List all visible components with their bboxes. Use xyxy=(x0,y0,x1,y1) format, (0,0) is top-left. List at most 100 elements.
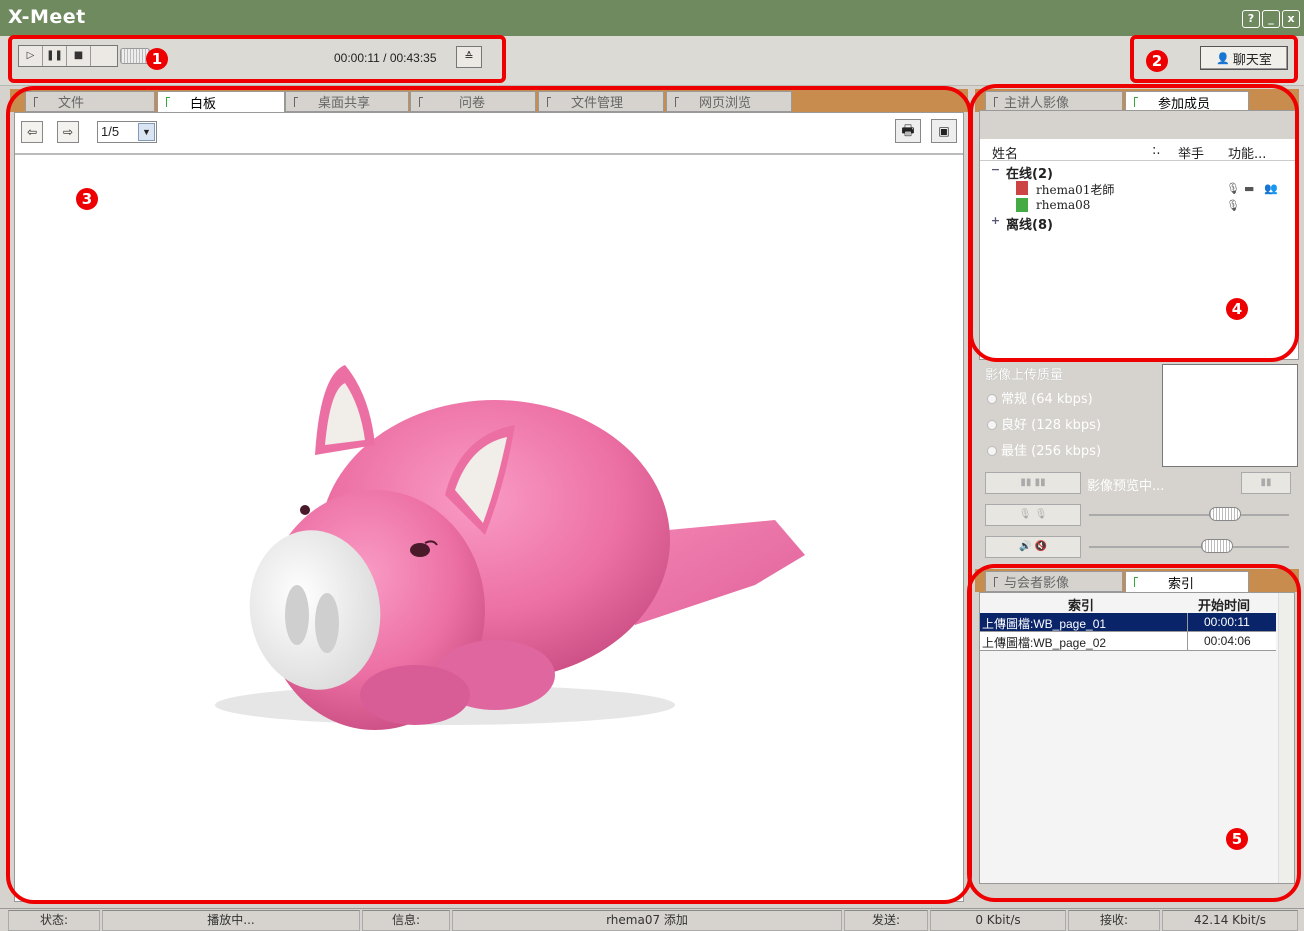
play-button[interactable]: ▷ xyxy=(19,46,43,66)
disk-icon: ▣ xyxy=(938,124,950,138)
tab-documents[interactable]: 文件 xyxy=(25,91,155,112)
participants-toolbar xyxy=(980,111,1298,139)
tab-label: 白板 xyxy=(190,96,217,112)
group-icon: 👥 xyxy=(1264,182,1278,195)
chat-user-icon: 👤 xyxy=(1216,51,1230,65)
video-settings-button[interactable]: ▮▮ xyxy=(1241,472,1291,494)
tab-mark-icon xyxy=(1134,97,1138,107)
prev-page-button[interactable]: ⇦ xyxy=(21,121,43,143)
tab-participants[interactable]: 参加成员 xyxy=(1125,91,1249,112)
tab-file-management[interactable]: 文件管理 xyxy=(538,91,664,112)
speaker-volume-slider[interactable] xyxy=(1201,539,1233,553)
video-control-buttons[interactable]: ▮▮ ▮▮ xyxy=(985,472,1081,494)
tab-label: 文件 xyxy=(58,96,85,111)
tab-web-browse[interactable]: 网页浏览 xyxy=(666,91,792,112)
status-recv-label: 接收: xyxy=(1068,910,1160,931)
tab-desktop-share[interactable]: 桌面共享 xyxy=(285,91,409,112)
video-quality-area: 影像上传质量 常规 (64 kbps) 良好 (128 kbps) 最佳 (25… xyxy=(979,362,1299,567)
index-row[interactable]: 上傳圖檔:WB_page_01 00:00:11 xyxy=(980,613,1276,632)
presenter-user-icon xyxy=(1016,181,1028,195)
tab-survey[interactable]: 问卷 xyxy=(410,91,536,112)
next-page-button[interactable]: ⇨ xyxy=(57,121,79,143)
minimize-button[interactable]: _ xyxy=(1262,10,1280,28)
stop-button[interactable]: ■ xyxy=(67,46,91,66)
tab-mark-icon xyxy=(34,96,38,107)
radio-icon xyxy=(987,394,997,404)
chat-room-label: 聊天室 xyxy=(1232,52,1272,68)
tab-mark-icon xyxy=(166,97,170,107)
tab-attendee-video[interactable]: 与会者影像 xyxy=(985,571,1123,592)
cell-divider xyxy=(1187,613,1188,632)
microphone-icon: 🎙 xyxy=(1226,182,1240,195)
tab-index[interactable]: 索引 xyxy=(1125,571,1249,592)
status-state-value: 播放中... xyxy=(102,910,360,931)
stop-icon: ■ xyxy=(73,50,84,61)
print-button[interactable]: 🖶 xyxy=(895,119,921,143)
pause-button[interactable]: ❚❚ xyxy=(43,46,67,66)
participant-row[interactable]: rhema01老師 🎙 ▬ 👥 xyxy=(980,180,1298,197)
column-start-time[interactable]: 开始时间 xyxy=(1198,595,1250,614)
title-bar: X-Meet ? _ x xyxy=(0,0,1304,36)
quality-option-best[interactable]: 最佳 (256 kbps) xyxy=(987,440,1101,459)
user-icon xyxy=(1016,198,1028,212)
index-table-header: 索引 开始时间 xyxy=(980,593,1294,614)
microphone-buttons[interactable]: 🎙 🎙 xyxy=(985,504,1081,526)
page-select[interactable]: 1/5 ▼ xyxy=(97,121,157,143)
close-button[interactable]: x xyxy=(1282,10,1300,28)
whiteboard-toolbar: ⇦ ⇨ 1/5 ▼ 🖶 ▣ xyxy=(15,113,963,155)
collapse-icon[interactable]: − xyxy=(990,164,1001,176)
tab-mark-icon xyxy=(994,576,998,587)
tab-whiteboard[interactable]: 白板 xyxy=(157,91,285,112)
tab-label: 桌面共享 xyxy=(318,96,371,111)
right-tab-strip: 主讲人影像 参加成员 xyxy=(975,89,1299,112)
microphone-icon: 🎙 xyxy=(1226,199,1240,212)
printer-icon: 🖶 xyxy=(901,123,915,139)
playback-toolbar: ▷ ❚❚ ■ 00:00:11 / 00:43:35 ≙ 👤 聊天室 xyxy=(0,36,1304,86)
quality-option-label: 最佳 (256 kbps) xyxy=(1001,444,1102,459)
quality-option-good[interactable]: 良好 (128 kbps) xyxy=(987,414,1101,433)
help-button[interactable]: ? xyxy=(1242,10,1260,28)
status-bar: 状态: 播放中... 信息: rhema07 添加 发送: 0 Kbit/s 接… xyxy=(0,908,1304,931)
expand-icon[interactable]: + xyxy=(990,215,1001,227)
column-name[interactable]: 姓名 xyxy=(992,143,1018,162)
video-preview xyxy=(1162,364,1298,467)
tab-mark-icon xyxy=(294,96,298,107)
index-row[interactable]: 上傳圖檔:WB_page_02 00:04:06 xyxy=(980,632,1276,651)
annotation-number-4: 4 xyxy=(1226,298,1248,320)
radio-icon xyxy=(987,420,997,430)
annotation-number-1: 1 xyxy=(146,48,168,70)
microphone-volume-slider[interactable] xyxy=(1209,507,1241,521)
column-functions[interactable]: 功能... xyxy=(1228,143,1266,162)
folder-icon: ▬ xyxy=(1244,182,1255,195)
timecode-display: 00:00:11 / 00:43:35 xyxy=(334,51,437,65)
annotation-number-5: 5 xyxy=(1226,828,1248,850)
column-raise-hand[interactable]: 举手 xyxy=(1178,143,1204,162)
index-row-name: 上傳圖檔:WB_page_01 xyxy=(982,617,1107,631)
group-online[interactable]: − 在线(2) xyxy=(980,163,1298,182)
tab-mark-icon xyxy=(994,96,998,107)
column-index[interactable]: 索引 xyxy=(1068,595,1094,614)
quality-option-label: 常规 (64 kbps) xyxy=(1001,392,1093,407)
microphone-volume-track xyxy=(1089,514,1289,516)
main-tab-strip: 文件 白板 桌面共享 问卷 文件管理 网页浏览 xyxy=(10,89,968,112)
index-scrollbar[interactable] xyxy=(1278,593,1294,883)
participants-tree: − 在线(2) rhema01老師 🎙 ▬ 👥 rhema08 🎙 + 离线(8… xyxy=(980,161,1298,233)
status-info-value: rhema07 添加 xyxy=(452,910,842,931)
quality-option-normal[interactable]: 常规 (64 kbps) xyxy=(987,388,1093,407)
tab-presenter-video[interactable]: 主讲人影像 xyxy=(985,91,1123,112)
play-icon: ▷ xyxy=(26,50,35,61)
speaker-volume-track xyxy=(1089,546,1289,548)
page-select-value: 1/5 xyxy=(101,124,120,139)
index-row-time: 00:00:11 xyxy=(1204,615,1250,629)
participant-row[interactable]: rhema08 🎙 xyxy=(980,197,1298,214)
tab-mark-icon xyxy=(547,96,551,107)
column-status[interactable]: :. xyxy=(1152,143,1161,158)
index-row-name: 上傳圖檔:WB_page_02 xyxy=(982,636,1107,650)
group-offline[interactable]: + 离线(8) xyxy=(980,214,1298,233)
save-button[interactable]: ▣ xyxy=(931,119,957,143)
speaker-buttons[interactable]: 🔊 🔇 xyxy=(985,536,1081,558)
eject-button[interactable]: ≙ xyxy=(456,46,482,68)
whiteboard-image xyxy=(215,365,805,730)
player-controls: ▷ ❚❚ ■ xyxy=(18,45,118,67)
chat-room-button[interactable]: 👤 聊天室 xyxy=(1200,46,1288,70)
